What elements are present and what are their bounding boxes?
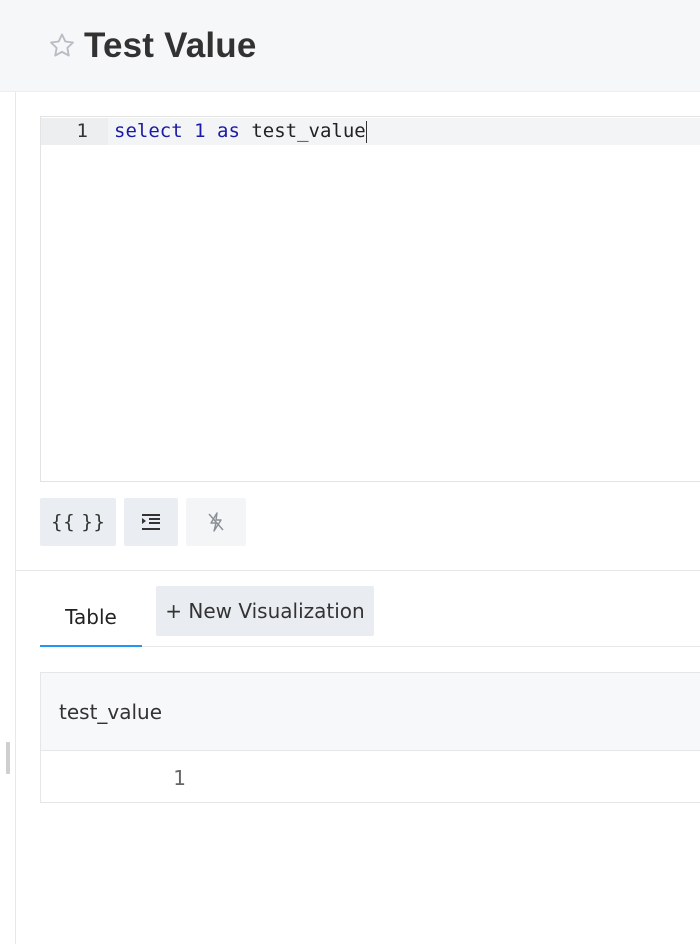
line-number: 1 bbox=[41, 118, 108, 145]
table-header-row: test_value bbox=[41, 673, 700, 751]
code-keyword: as bbox=[217, 120, 240, 142]
code-identifier: test_value bbox=[251, 120, 366, 142]
flash-off-icon bbox=[208, 512, 224, 532]
tab-table[interactable]: Table bbox=[40, 586, 142, 648]
active-tab-indicator bbox=[40, 645, 142, 647]
resize-handle[interactable] bbox=[6, 742, 10, 774]
tab-label: Table bbox=[65, 605, 117, 629]
format-query-button[interactable] bbox=[124, 498, 178, 546]
indent-icon bbox=[142, 514, 160, 530]
query-editor[interactable]: 1 select 1 as test_value bbox=[40, 116, 700, 482]
parameter-label: {{ }} bbox=[50, 511, 106, 533]
new-visualization-label: + New Visualization bbox=[165, 599, 365, 623]
new-visualization-button[interactable]: + New Visualization bbox=[156, 586, 374, 636]
code-keyword: select bbox=[114, 120, 183, 142]
page-title[interactable]: Test Value bbox=[84, 26, 257, 66]
autocomplete-toggle-button[interactable] bbox=[186, 498, 246, 546]
left-panel-border bbox=[15, 92, 16, 944]
table-cell: 1 bbox=[173, 766, 186, 790]
results-table: test_value 1 bbox=[40, 672, 700, 803]
table-row: 1 bbox=[41, 751, 700, 803]
code-number: 1 bbox=[194, 120, 206, 142]
text-cursor bbox=[365, 120, 367, 143]
page-header: Test Value bbox=[0, 0, 700, 92]
section-divider bbox=[15, 570, 700, 571]
code-line[interactable]: select 1 as test_value bbox=[114, 118, 367, 145]
add-parameter-button[interactable]: {{ }} bbox=[40, 498, 116, 546]
star-icon[interactable] bbox=[47, 31, 77, 61]
column-header[interactable]: test_value bbox=[59, 700, 162, 724]
